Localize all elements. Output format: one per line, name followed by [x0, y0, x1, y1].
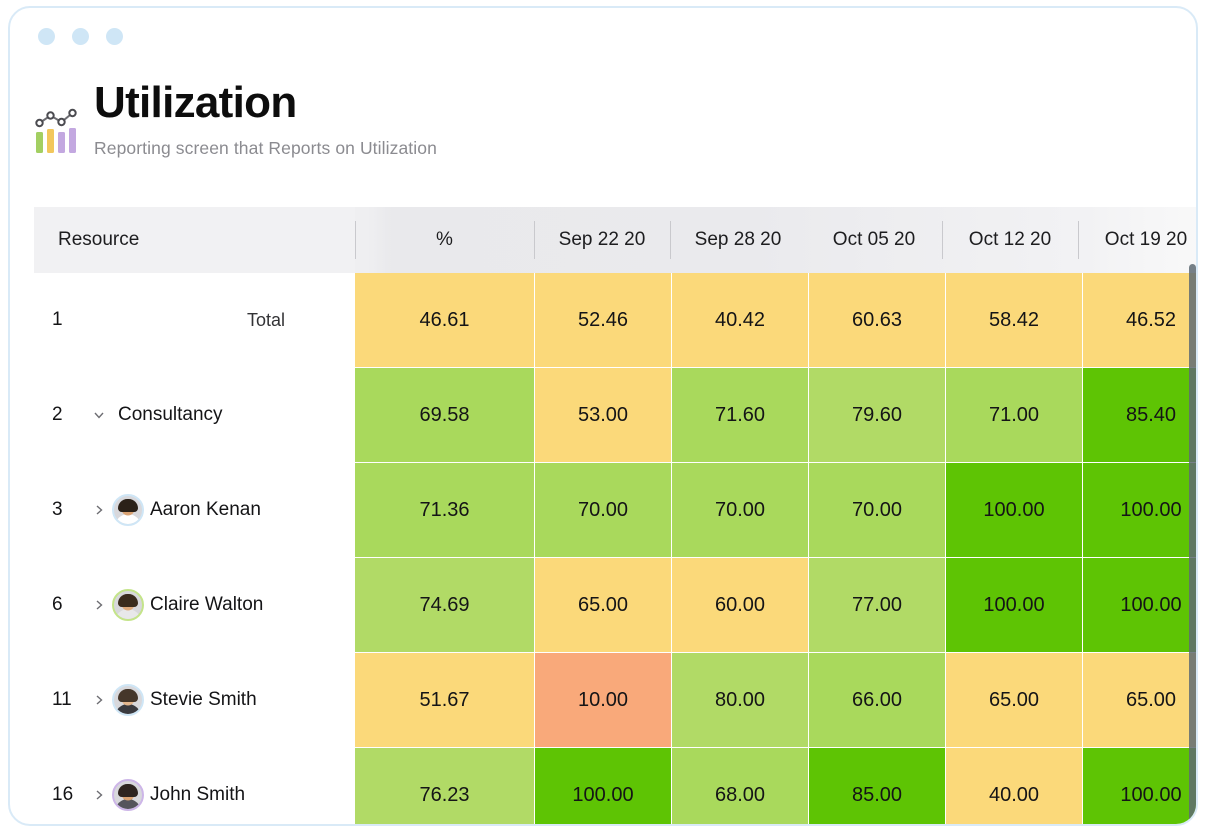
column-header-oct-05[interactable]: Oct 05 20 — [806, 207, 942, 273]
table-header-row: Resource % Sep 22 20 Sep 28 20 Oct 05 20… — [34, 207, 1198, 273]
column-header-percent[interactable]: % — [355, 207, 534, 273]
cell-week-2[interactable]: 80.00 — [672, 653, 808, 747]
cell-week-5[interactable]: 46.52 — [1083, 273, 1198, 367]
column-header-sep-22[interactable]: Sep 22 20 — [534, 207, 670, 273]
row-label-cell: 3 Aaron Kenan — [34, 463, 355, 557]
row-name: Total — [118, 310, 355, 331]
row-label-cell: 16 John Smith — [34, 748, 355, 826]
cell-week-5[interactable]: 100.00 — [1083, 558, 1198, 652]
window-dot-3[interactable] — [106, 28, 123, 45]
cell-week-3[interactable]: 77.00 — [809, 558, 945, 652]
header-text-block: Utilization Reporting screen that Report… — [94, 80, 437, 159]
avatar-aaron-kenan[interactable] — [112, 494, 144, 526]
row-number: 3 — [52, 499, 86, 521]
cell-week-2[interactable]: 68.00 — [672, 748, 808, 826]
avatar-john-smith[interactable] — [112, 779, 144, 811]
page-title: Utilization — [94, 80, 437, 127]
cell-week-2[interactable]: 40.42 — [672, 273, 808, 367]
cell-percent[interactable]: 69.58 — [355, 368, 534, 462]
cell-week-5[interactable]: 85.40 — [1083, 368, 1198, 462]
cell-percent[interactable]: 51.67 — [355, 653, 534, 747]
cell-percent[interactable]: 74.69 — [355, 558, 534, 652]
cell-week-3[interactable]: 79.60 — [809, 368, 945, 462]
cell-week-5[interactable]: 65.00 — [1083, 653, 1198, 747]
column-header-sep-28[interactable]: Sep 28 20 — [670, 207, 806, 273]
row-label-cell: 11 Stevie Smith — [34, 653, 355, 747]
row-number: 11 — [52, 689, 86, 711]
row-name: John Smith — [150, 784, 245, 806]
window-titlebar — [38, 28, 123, 45]
cell-week-4[interactable]: 65.00 — [946, 653, 1082, 747]
cell-week-3[interactable]: 60.63 — [809, 273, 945, 367]
cell-week-3[interactable]: 70.00 — [809, 463, 945, 557]
chevron-right-icon[interactable] — [86, 598, 112, 612]
cell-percent[interactable]: 71.36 — [355, 463, 534, 557]
vertical-scrollbar[interactable] — [1189, 264, 1196, 826]
avatar-claire-walton[interactable] — [112, 589, 144, 621]
row-name: Claire Walton — [150, 594, 263, 616]
page-subtitle: Reporting screen that Reports on Utiliza… — [94, 138, 437, 159]
row-name: Stevie Smith — [150, 689, 257, 711]
row-name: Consultancy — [118, 404, 223, 426]
table-row[interactable]: 11Stevie Smith51.6710.0080.0066.0065.006… — [34, 653, 1198, 747]
table-row[interactable]: 16John Smith76.23100.0068.0085.0040.0010… — [34, 748, 1198, 826]
cell-week-3[interactable]: 85.00 — [809, 748, 945, 826]
cell-week-1[interactable]: 100.00 — [535, 748, 671, 826]
cell-week-1[interactable]: 53.00 — [535, 368, 671, 462]
chevron-right-icon[interactable] — [86, 503, 112, 517]
cell-week-1[interactable]: 70.00 — [535, 463, 671, 557]
chevron-right-icon[interactable] — [86, 693, 112, 707]
cell-week-4[interactable]: 40.00 — [946, 748, 1082, 826]
table-row[interactable]: 1 Total46.6152.4640.4260.6358.4246.52 — [34, 273, 1198, 367]
chevron-right-icon[interactable] — [86, 788, 112, 802]
app-window: Utilization Reporting screen that Report… — [8, 6, 1198, 826]
cell-week-2[interactable]: 71.60 — [672, 368, 808, 462]
cell-week-4[interactable]: 100.00 — [946, 558, 1082, 652]
window-dot-1[interactable] — [38, 28, 55, 45]
cell-week-4[interactable]: 100.00 — [946, 463, 1082, 557]
row-number: 2 — [52, 404, 86, 426]
cell-week-1[interactable]: 10.00 — [535, 653, 671, 747]
cell-week-5[interactable]: 100.00 — [1083, 748, 1198, 826]
cell-week-2[interactable]: 70.00 — [672, 463, 808, 557]
row-label-cell: 6 Claire Walton — [34, 558, 355, 652]
cell-week-5[interactable]: 100.00 — [1083, 463, 1198, 557]
cell-week-1[interactable]: 65.00 — [535, 558, 671, 652]
utilization-table: Resource % Sep 22 20 Sep 28 20 Oct 05 20… — [34, 207, 1198, 826]
cell-week-4[interactable]: 58.42 — [946, 273, 1082, 367]
row-number: 6 — [52, 594, 86, 616]
row-name: Aaron Kenan — [150, 499, 261, 521]
column-header-oct-12[interactable]: Oct 12 20 — [942, 207, 1078, 273]
cell-percent[interactable]: 46.61 — [355, 273, 534, 367]
row-label-cell: 1 Total — [34, 273, 355, 367]
window-dot-2[interactable] — [72, 28, 89, 45]
cell-week-1[interactable]: 52.46 — [535, 273, 671, 367]
column-header-resource[interactable]: Resource — [34, 207, 355, 273]
table-body: 1 Total46.6152.4640.4260.6358.4246.52 2 Con… — [34, 273, 1198, 826]
cell-week-3[interactable]: 66.00 — [809, 653, 945, 747]
cell-percent[interactable]: 76.23 — [355, 748, 534, 826]
table-row[interactable]: 3Aaron Kenan71.3670.0070.0070.00100.0010… — [34, 463, 1198, 557]
bar-line-chart-icon — [28, 102, 84, 158]
column-header-oct-19[interactable]: Oct 19 20 — [1078, 207, 1198, 273]
table-row[interactable]: 6Claire Walton74.6965.0060.0077.00100.00… — [34, 558, 1198, 652]
row-number: 1 — [52, 309, 86, 331]
cell-week-4[interactable]: 71.00 — [946, 368, 1082, 462]
chevron-down-icon[interactable] — [86, 408, 112, 422]
page-header: Utilization Reporting screen that Report… — [28, 80, 437, 159]
vertical-scrollbar-thumb[interactable] — [1189, 264, 1196, 826]
table-row[interactable]: 2 Consultancy 69.5853.0071.6079.6071.0085.… — [34, 368, 1198, 462]
row-number: 16 — [52, 784, 86, 806]
row-label-cell: 2 Consultancy — [34, 368, 355, 462]
cell-week-2[interactable]: 60.00 — [672, 558, 808, 652]
avatar-stevie-smith[interactable] — [112, 684, 144, 716]
